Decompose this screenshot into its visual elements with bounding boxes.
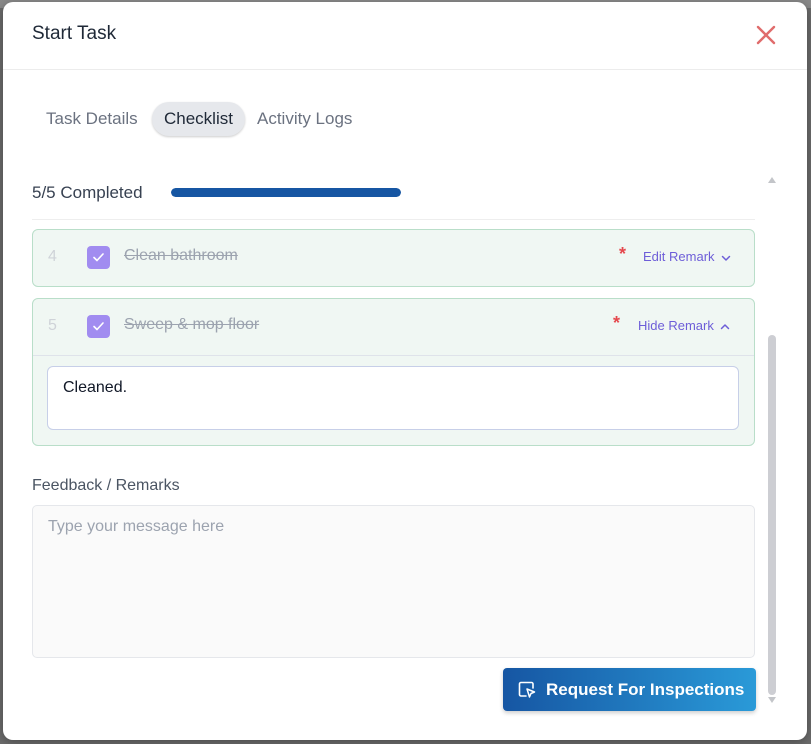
tab-task-details[interactable]: Task Details — [34, 102, 150, 136]
close-icon — [756, 25, 776, 45]
item-checkbox[interactable] — [87, 246, 110, 269]
checklist-item: 5 Sweep & mop floor * Hide Remark Cleane… — [32, 298, 755, 446]
submit-label: Request For Inspections — [546, 680, 745, 699]
cursor-select-icon — [518, 681, 536, 698]
scroll-thumb[interactable] — [768, 335, 776, 695]
remark-area: Cleaned. — [33, 355, 754, 445]
chevron-up-icon — [720, 323, 730, 329]
progress-fill — [171, 188, 401, 197]
tab-activity-logs[interactable]: Activity Logs — [245, 102, 364, 136]
modal-header: Start Task — [3, 2, 807, 70]
item-text: Clean bathroom — [124, 247, 238, 264]
edit-remark-button[interactable]: Edit Remark — [643, 249, 731, 264]
item-number: 4 — [48, 248, 57, 265]
required-star: * — [613, 313, 621, 333]
modal-title: Start Task — [32, 23, 117, 44]
close-button[interactable] — [753, 22, 779, 48]
scroll-down-arrow[interactable] — [768, 697, 776, 703]
chevron-down-icon — [721, 255, 730, 261]
feedback-textarea[interactable]: Type your message here — [32, 505, 755, 658]
feedback-label: Feedback / Remarks — [32, 477, 180, 494]
divider — [32, 219, 755, 220]
scrollbar[interactable] — [765, 174, 779, 709]
hide-remark-button[interactable]: Hide Remark — [638, 318, 730, 333]
check-icon — [93, 322, 104, 331]
item-number: 5 — [48, 317, 57, 334]
request-inspection-button[interactable]: Request For Inspections — [503, 668, 756, 711]
start-task-modal: Start Task Task Details Checklist Activi… — [3, 2, 807, 740]
progress-label: 5/5 Completed — [32, 183, 143, 202]
progress-bar — [171, 188, 401, 197]
scroll-up-arrow[interactable] — [768, 177, 776, 183]
item-text: Sweep & mop floor — [124, 316, 260, 333]
check-icon — [93, 253, 104, 262]
remark-toggle-label: Edit Remark — [643, 249, 715, 264]
checklist-item-row: 4 Clean bathroom * Edit Remark — [33, 230, 754, 286]
tab-checklist[interactable]: Checklist — [152, 102, 245, 136]
checklist-item: 4 Clean bathroom * Edit Remark — [32, 229, 755, 287]
remark-toggle-label: Hide Remark — [638, 318, 714, 333]
item-checkbox[interactable] — [87, 315, 110, 338]
checklist-item-row: 5 Sweep & mop floor * Hide Remark — [33, 299, 754, 355]
required-star: * — [619, 244, 627, 264]
remark-input[interactable]: Cleaned. — [47, 366, 739, 430]
